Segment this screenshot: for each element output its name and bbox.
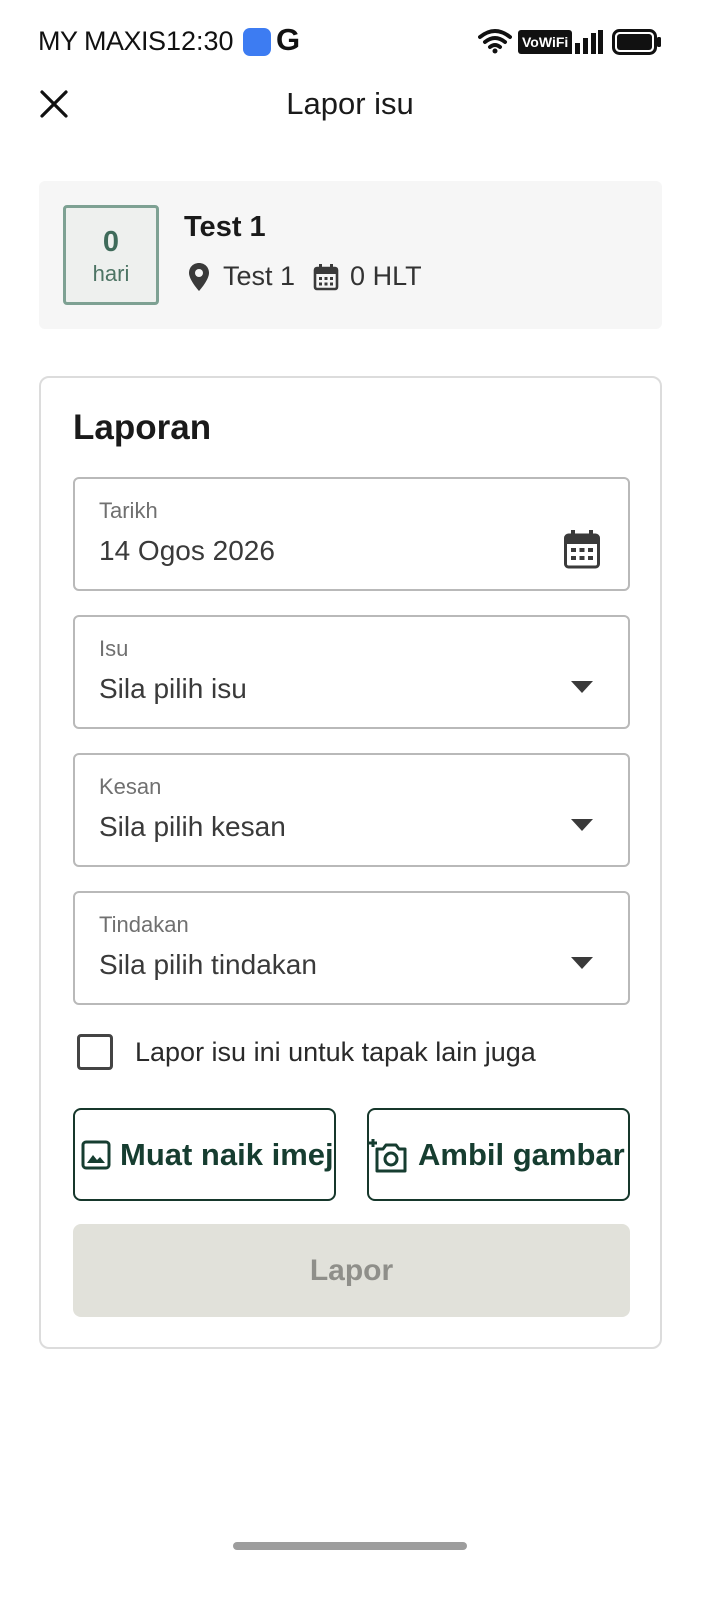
wifi-icon [478,29,512,54]
dropdown-arrow-icon [562,667,602,707]
impact-field-value: Sila pilih kesan [99,811,286,842]
action-field-value: Sila pilih tindakan [99,949,317,980]
dropdown-arrow-icon [562,805,602,845]
add-camera-icon [369,1137,409,1173]
issue-field-label: Isu [99,636,129,661]
calendar-icon [311,262,341,292]
signal-icon [567,30,603,54]
date-field-label: Tarikh [99,498,158,523]
battery-icon [612,29,661,55]
location-pin-icon [184,262,214,292]
issue-field-value: Sila pilih isu [99,673,247,704]
other-sites-checkbox-label: Lapor isu ini untuk tapak lain juga [135,1036,536,1067]
day-unit: hari [92,261,130,286]
submit-report-button[interactable]: Lapor [73,1224,630,1317]
site-meta: Test 1 0 HLT [184,261,422,292]
status-bar: MY MAXIS 12:30 G VoWiFi [0,0,720,84]
carrier-name: MY MAXIS [38,26,166,56]
impact-select[interactable]: Kesan Sila pilih kesan [73,753,630,867]
action-field-label: Tindakan [99,912,189,937]
site-location: Test 1 [223,261,296,291]
site-name: Test 1 [184,211,266,243]
issue-select[interactable]: Isu Sila pilih isu [73,615,630,729]
take-photo-label: Ambil gambar [418,1136,625,1172]
impact-field-label: Kesan [99,774,162,799]
date-field-value: 14 Ogos 2026 [99,535,275,566]
take-photo-button[interactable]: Ambil gambar [367,1108,630,1201]
day-counter: 0 hari [63,205,159,305]
upload-image-button[interactable]: Muat naik imej [73,1108,336,1201]
status-time: 12:30 [166,26,234,56]
page-title: Lapor isu [286,86,414,121]
google-icon: G [276,22,301,57]
report-panel: Laporan Tarikh 14 Ogos 2026 Isu Sila pil… [39,376,662,1349]
date-field[interactable]: Tarikh 14 Ogos 2026 [73,477,630,591]
app-badge-icon [243,28,271,56]
other-sites-checkbox[interactable] [77,1034,113,1070]
site-duration: 0 HLT [350,261,422,291]
vowifi-icon: VoWiFi [518,30,573,54]
action-select[interactable]: Tindakan Sila pilih tindakan [73,891,630,1005]
image-icon [81,1140,111,1170]
calendar-icon[interactable] [562,529,602,569]
site-summary-card: 0 hari Test 1 Test 1 0 HLT [39,181,662,329]
day-count: 0 [102,226,120,258]
upload-image-label: Muat naik imej [120,1136,334,1172]
other-sites-checkbox-row[interactable]: Lapor isu ini untuk tapak lain juga [77,1034,536,1070]
dropdown-arrow-icon [562,943,602,983]
report-title: Laporan [73,408,212,447]
submit-report-label: Lapor [309,1253,394,1287]
home-indicator[interactable] [233,1542,467,1550]
